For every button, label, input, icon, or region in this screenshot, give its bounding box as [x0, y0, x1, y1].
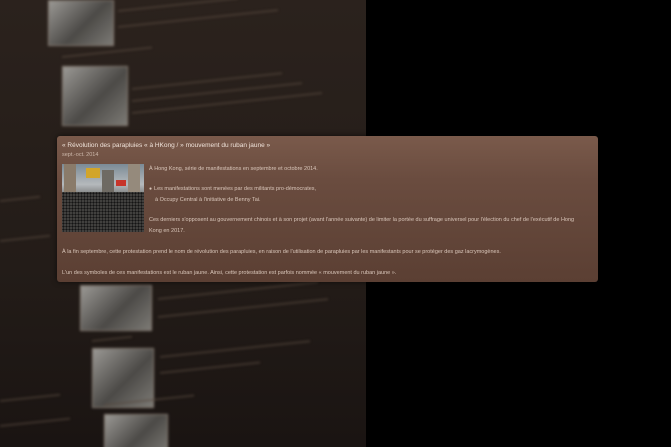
timeline-thumbnail[interactable]	[48, 0, 114, 46]
timeline-text-line	[0, 195, 40, 202]
bullet-icon: ●	[149, 186, 153, 192]
timeline-text-line	[0, 417, 70, 427]
event-text-year: Kong en 2017.	[149, 228, 185, 234]
timeline-thumbnail[interactable]	[104, 414, 168, 447]
timeline-text-line	[160, 340, 310, 358]
timeline-text-line	[160, 361, 260, 374]
timeline-text-line	[118, 9, 278, 28]
event-text-bullet: ● Les manifestations sont menées par des …	[149, 186, 316, 192]
event-text-opposition: Ces derniers s'opposent au gouvernement …	[149, 217, 575, 223]
timeline-thumbnail[interactable]	[80, 285, 152, 331]
timeline-text-line	[0, 234, 50, 242]
timeline-text-line	[118, 0, 238, 13]
timeline-text-line	[158, 298, 328, 318]
timeline-text-line	[158, 281, 318, 300]
timeline-text-line	[62, 46, 152, 58]
event-text-intro: À Hong Kong, série de manifestations en …	[149, 166, 318, 172]
timeline-text-line	[132, 92, 322, 114]
timeline-text-line	[92, 335, 132, 342]
timeline-thumbnail[interactable]	[62, 66, 128, 126]
event-photo	[62, 164, 144, 232]
event-text-occupy: à Occupy Central à l'initiative de Benny…	[155, 197, 261, 203]
event-popup-card[interactable]: « Révolution des parapluies « à HKong / …	[57, 136, 598, 282]
event-title: « Révolution des parapluies « à HKong / …	[62, 142, 271, 149]
timeline-text-line	[0, 393, 60, 402]
event-date: sept.-oct. 2014	[62, 152, 99, 158]
event-text-bullet-label: Les manifestations sont menées par des m…	[154, 186, 317, 192]
event-text-ribbon: L'un des symboles de ces manifestations …	[62, 270, 397, 276]
event-text-umbrella: À la fin septembre, cette protestation p…	[62, 249, 501, 255]
